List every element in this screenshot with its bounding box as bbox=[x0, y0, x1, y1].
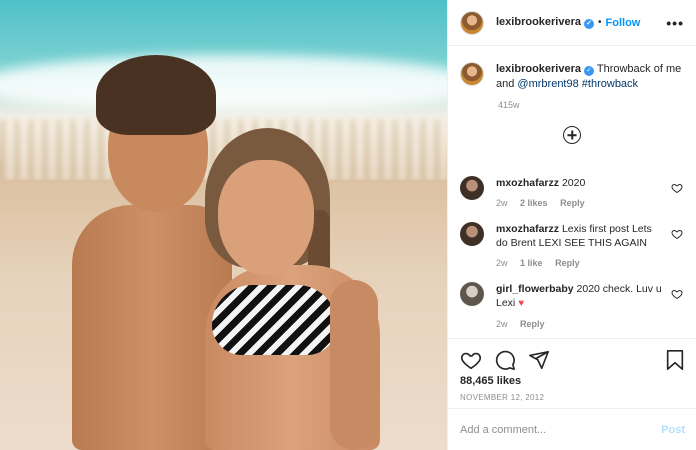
post-comment-button[interactable]: Post bbox=[661, 424, 685, 436]
comment-heart-icon[interactable] bbox=[671, 182, 683, 194]
more-options-icon[interactable]: ••• bbox=[666, 15, 684, 31]
comment-meta: 2w Reply bbox=[496, 317, 666, 331]
author-username[interactable]: lexibrookerivera ✓ bbox=[496, 16, 594, 29]
commenter-avatar[interactable] bbox=[460, 222, 484, 246]
action-icons bbox=[448, 339, 696, 373]
commenter-username[interactable]: girl_flowerbaby bbox=[496, 283, 574, 295]
verified-badge-icon: ✓ bbox=[584, 19, 594, 29]
like-count[interactable]: 88,465 likes bbox=[448, 373, 696, 387]
comment-body: mxozhafarzz 2020 2w 2 likes Reply bbox=[496, 176, 666, 210]
instagram-post: lexibrookerivera ✓ • Follow ••• lexibrook… bbox=[0, 0, 696, 450]
caption-author-avatar[interactable] bbox=[460, 62, 484, 86]
post-caption: lexibrookerivera ✓ Throwback of me and @m… bbox=[448, 46, 696, 92]
photo-girl-arm bbox=[330, 280, 378, 450]
comment-heart-icon[interactable] bbox=[671, 228, 683, 240]
header-separator: • bbox=[598, 17, 602, 28]
add-comment-bar: Post bbox=[448, 408, 696, 450]
comment-meta: 2w 2 likes Reply bbox=[496, 196, 666, 210]
comment-list: mxozhafarzz 2020 2w 2 likes Reply mxozha… bbox=[448, 170, 696, 338]
comment-input[interactable] bbox=[460, 423, 662, 436]
reply-button[interactable]: Reply bbox=[560, 198, 585, 208]
caption-mention-link[interactable]: @mrbrent98 bbox=[517, 78, 578, 90]
caption-hashtag-link[interactable]: #throwback bbox=[582, 78, 638, 90]
post-header: lexibrookerivera ✓ • Follow ••• bbox=[448, 0, 696, 46]
heart-icon[interactable] bbox=[460, 349, 482, 371]
commenter-avatar[interactable] bbox=[460, 176, 484, 200]
photo-boy-hair bbox=[96, 55, 216, 135]
caption-text: lexibrookerivera ✓ Throwback of me and @m… bbox=[496, 62, 684, 92]
follow-button[interactable]: Follow bbox=[606, 17, 641, 29]
reply-button[interactable]: Reply bbox=[555, 258, 580, 268]
author-username-text[interactable]: lexibrookerivera bbox=[496, 16, 581, 28]
photo-wave bbox=[0, 55, 447, 110]
caption-timestamp[interactable]: 415w bbox=[498, 100, 696, 110]
photo-girl-face bbox=[218, 160, 314, 275]
comment-item: mxozhafarzz Lexis first post Lets do Bre… bbox=[448, 216, 696, 276]
commenter-username[interactable]: mxozhafarzz bbox=[496, 177, 559, 189]
reply-button[interactable]: Reply bbox=[520, 319, 545, 329]
comment-icon[interactable] bbox=[494, 349, 516, 371]
share-icon[interactable] bbox=[528, 349, 550, 371]
caption-username[interactable]: lexibrookerivera bbox=[496, 63, 581, 75]
post-photo[interactable] bbox=[0, 0, 447, 450]
comment-time[interactable]: 2w bbox=[496, 319, 508, 329]
red-heart-emoji: ♥ bbox=[518, 298, 525, 309]
comment-time[interactable]: 2w bbox=[496, 258, 508, 268]
comment-body: mxozhafarzz Lexis first post Lets do Bre… bbox=[496, 222, 666, 270]
commenter-username[interactable]: mxozhafarzz bbox=[496, 223, 559, 235]
comment-time[interactable]: 2w bbox=[496, 198, 508, 208]
bookmark-icon[interactable] bbox=[665, 349, 685, 371]
comment-item: mxozhafarzz 2020 2w 2 likes Reply bbox=[448, 170, 696, 216]
comment-item: girl_flowerbaby 2020 check. Luv u Lexi ♥… bbox=[448, 276, 696, 337]
comment-text: 2020 bbox=[561, 177, 586, 189]
comment-likes[interactable]: 1 like bbox=[520, 258, 543, 268]
comment-meta: 2w 1 like Reply bbox=[496, 256, 666, 270]
load-more-icon[interactable] bbox=[563, 126, 581, 144]
comment-likes[interactable]: 2 likes bbox=[520, 198, 548, 208]
post-actions: 88,465 likes NOVEMBER 12, 2012 Post bbox=[448, 338, 696, 450]
photo-bikini bbox=[212, 285, 337, 355]
verified-badge-icon: ✓ bbox=[584, 66, 594, 76]
comment-heart-icon[interactable] bbox=[671, 288, 683, 300]
author-avatar[interactable] bbox=[460, 10, 484, 35]
post-date[interactable]: NOVEMBER 12, 2012 bbox=[448, 387, 696, 402]
load-more-comments bbox=[448, 126, 696, 148]
commenter-avatar[interactable] bbox=[460, 282, 484, 306]
post-side-panel: lexibrookerivera ✓ • Follow ••• lexibrook… bbox=[447, 0, 696, 450]
comment-body: girl_flowerbaby 2020 check. Luv u Lexi ♥… bbox=[496, 282, 666, 331]
